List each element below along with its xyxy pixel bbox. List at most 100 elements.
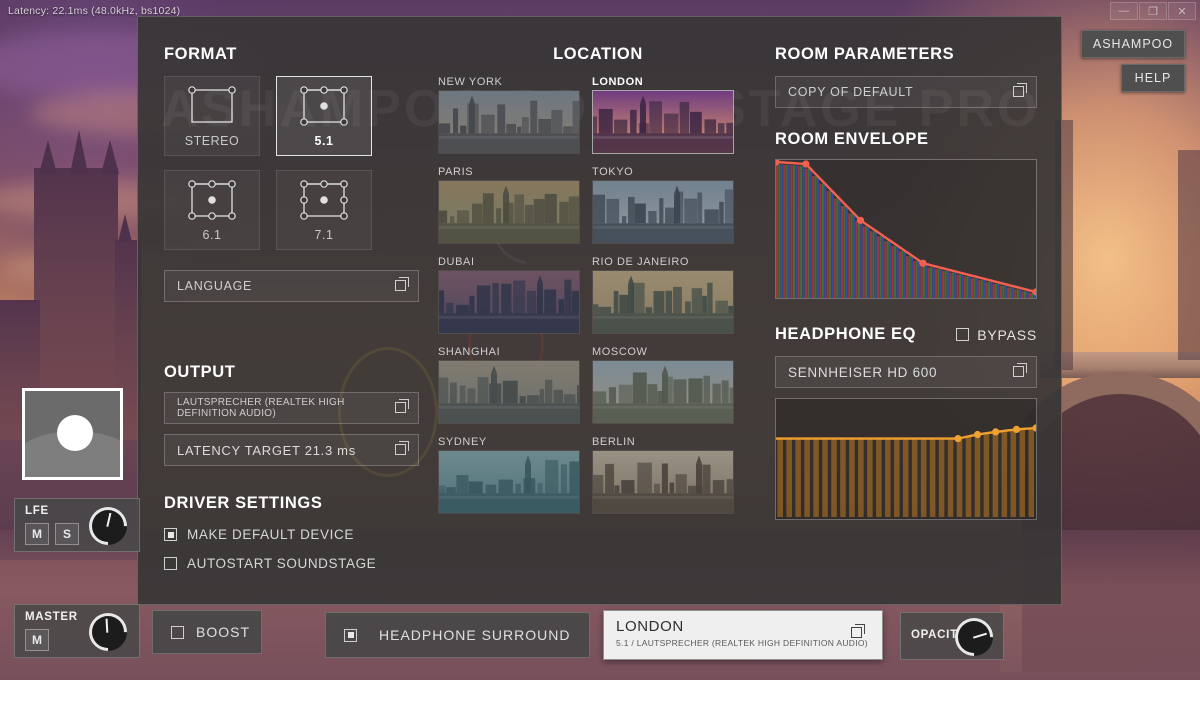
- location-tile-tokyo[interactable]: TOKYO: [592, 166, 734, 244]
- driver-option-row[interactable]: MAKE DEFAULT DEVICE: [164, 527, 419, 542]
- lfe-mute-button[interactable]: M: [25, 523, 49, 545]
- format-tile-stereo[interactable]: STEREO: [164, 76, 260, 156]
- window-controls: — ❐ ✕: [1109, 2, 1196, 20]
- master-volume-knob[interactable]: [81, 605, 135, 659]
- expand-icon[interactable]: [851, 624, 868, 646]
- location-thumbnail[interactable]: [592, 90, 734, 154]
- headphone-surround-label: HEADPHONE SURROUND: [379, 627, 571, 643]
- location-tile-moscow[interactable]: MOSCOW: [592, 346, 734, 424]
- help-button[interactable]: HELP: [1121, 64, 1185, 92]
- format-tile-label: STEREO: [184, 134, 240, 148]
- boost-label: BOOST: [196, 624, 251, 640]
- app-window: Latency: 22.1ms (48.0kHz, bs1024) — ❐ ✕ …: [0, 0, 1200, 720]
- driver-option-checkbox[interactable]: [164, 528, 177, 541]
- active-preset-bar[interactable]: LONDON 5.1 / LAUTSPRECHER (REALTEK HIGH …: [603, 610, 883, 660]
- bypass-checkbox[interactable]: [956, 328, 970, 341]
- master-channel-strip: MASTER M: [14, 604, 140, 659]
- location-tile-berlin[interactable]: BERLIN: [592, 436, 734, 514]
- location-tile-new-york[interactable]: NEW YORK: [438, 76, 580, 154]
- output-device-value: LAUTSPRECHER (REALTEK HIGH DEFINITION AU…: [177, 397, 345, 419]
- headphone-surround-button[interactable]: HEADPHONE SURROUND: [325, 612, 590, 658]
- location-tile-shanghai[interactable]: SHANGHAI: [438, 346, 580, 424]
- minimize-icon[interactable]: —: [1110, 2, 1138, 20]
- driver-option-checkbox[interactable]: [164, 557, 177, 570]
- close-icon[interactable]: ✕: [1168, 2, 1196, 20]
- format-title: FORMAT: [164, 45, 237, 63]
- expand-icon: [395, 399, 409, 417]
- lfe-channel-strip: LFE M S: [14, 498, 140, 553]
- lfe-volume-knob[interactable]: [81, 499, 135, 553]
- location-tile-paris[interactable]: PARIS: [438, 166, 580, 244]
- headphone-surround-checkbox[interactable]: [344, 628, 357, 642]
- language-dropdown[interactable]: LANGUAGE: [164, 270, 419, 302]
- room-preset-value: COPY OF DEFAULT: [788, 85, 914, 99]
- format-tile-label: 7.1: [314, 228, 334, 242]
- lfe-label: LFE: [25, 505, 49, 517]
- location-tile-label: LONDON: [592, 76, 644, 88]
- preview-speaker-dot: [57, 415, 93, 451]
- location-thumbnail[interactable]: [438, 270, 580, 334]
- master-label: MASTER: [25, 611, 78, 623]
- location-thumbnail[interactable]: [438, 180, 580, 244]
- format-tile-label: 6.1: [202, 228, 222, 242]
- master-mute-button[interactable]: M: [25, 629, 49, 651]
- output-section: OUTPUT LAUTSPRECHER (REALTEK HIGH DEFINI…: [164, 363, 419, 571]
- location-thumbnail[interactable]: [592, 180, 734, 244]
- preset-subtitle: 5.1 / LAUTSPRECHER (REALTEK HIGH DEFINIT…: [616, 638, 868, 648]
- latency-status-text: Latency: 22.1ms (48.0kHz, bs1024): [8, 5, 181, 17]
- speaker-layout-icon: [296, 178, 352, 222]
- headphone-preset-value: SENNHEISER HD 600: [788, 364, 938, 380]
- speaker-layout-icon: [296, 84, 352, 128]
- speaker-layout-icon: [184, 84, 240, 128]
- location-thumbnail[interactable]: [592, 270, 734, 334]
- driver-option-label: MAKE DEFAULT DEVICE: [187, 527, 354, 542]
- format-section: FORMAT STEREO 5.1 6.1 7.1 LANGUAGE: [164, 45, 419, 302]
- spire: [101, 140, 119, 174]
- latency-target-dropdown[interactable]: LATENCY TARGET 21.3 ms: [164, 434, 419, 466]
- language-label: LANGUAGE: [177, 279, 253, 293]
- output-device-dropdown[interactable]: LAUTSPRECHER (REALTEK HIGH DEFINITION AU…: [164, 392, 419, 424]
- driver-option-label: AUTOSTART SOUNDSTAGE: [187, 556, 377, 571]
- location-tile-sydney[interactable]: SYDNEY: [438, 436, 580, 514]
- spire: [118, 214, 132, 242]
- lfe-solo-button[interactable]: S: [55, 523, 79, 545]
- opacity-control: OPACITY: [900, 610, 1004, 664]
- maximize-icon[interactable]: ❐: [1139, 2, 1167, 20]
- location-tile-rio-de-janeiro[interactable]: RIO DE JANEIRO: [592, 256, 734, 334]
- location-tile-dubai[interactable]: DUBAI: [438, 256, 580, 334]
- boost-checkbox[interactable]: [171, 625, 184, 639]
- format-tile-5-1[interactable]: 5.1: [276, 76, 372, 156]
- headphone-preset-dropdown[interactable]: SENNHEISER HD 600: [775, 356, 1037, 388]
- location-thumbnail[interactable]: [592, 360, 734, 424]
- location-tile-london[interactable]: LONDON: [592, 76, 734, 154]
- driver-option-row[interactable]: AUTOSTART SOUNDSTAGE: [164, 556, 419, 571]
- expand-icon: [395, 441, 409, 459]
- speaker-layout-icon: [184, 178, 240, 222]
- location-tile-grid: NEW YORK LONDON PARIS TOKYO DUBAI RIO DE JANE…: [438, 76, 758, 514]
- location-tile-label: RIO DE JANEIRO: [592, 256, 690, 268]
- format-tile-6-1[interactable]: 6.1: [164, 170, 260, 250]
- headphone-eq-graph[interactable]: [775, 398, 1037, 520]
- opacity-knob[interactable]: [947, 610, 1001, 664]
- format-tile-grid: STEREO 5.1 6.1 7.1: [164, 76, 419, 250]
- bypass-label: BYPASS: [977, 326, 1037, 343]
- speaker-preview[interactable]: [22, 388, 123, 480]
- spire: [70, 130, 88, 174]
- room-envelope-graph[interactable]: [775, 159, 1037, 299]
- location-thumbnail[interactable]: [438, 360, 580, 424]
- location-thumbnail[interactable]: [592, 450, 734, 514]
- bridge-pillar: [1178, 150, 1200, 360]
- format-tile-7-1[interactable]: 7.1: [276, 170, 372, 250]
- ashampoo-button[interactable]: ASHAMPOO: [1081, 30, 1185, 58]
- location-tile-label: NEW YORK: [438, 76, 503, 88]
- format-tile-label: 5.1: [314, 134, 334, 148]
- location-thumbnail[interactable]: [438, 450, 580, 514]
- location-tile-label: PARIS: [438, 166, 474, 178]
- main-panel: ASHAMPOO SOUNDSTAGE PRO FORMAT STEREO5.1…: [137, 16, 1062, 605]
- bypass-toggle[interactable]: BYPASS: [956, 327, 1037, 343]
- room-preset-dropdown[interactable]: COPY OF DEFAULT: [775, 76, 1037, 108]
- output-title: OUTPUT: [164, 363, 236, 381]
- location-thumbnail[interactable]: [438, 90, 580, 154]
- location-tile-label: SHANGHAI: [438, 346, 501, 358]
- boost-button[interactable]: BOOST: [152, 610, 262, 654]
